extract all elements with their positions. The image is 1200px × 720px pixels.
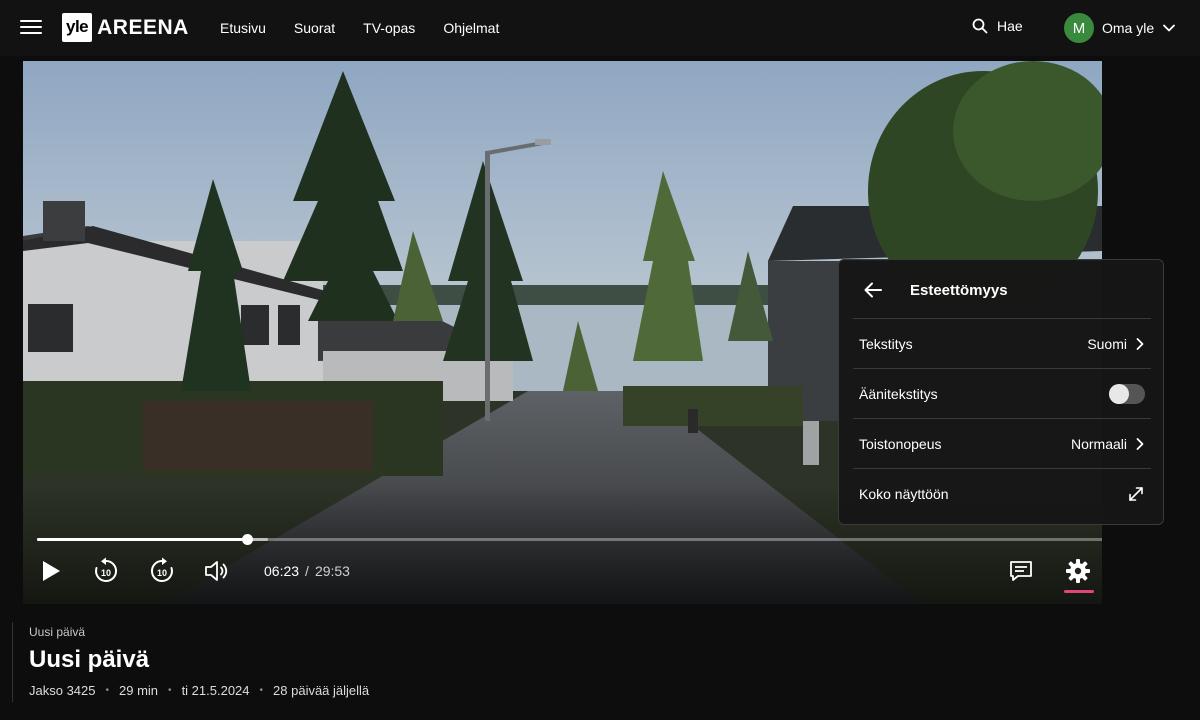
- arrow-left-icon: [864, 282, 882, 298]
- search-icon: [972, 18, 988, 34]
- total-time: 29:53: [314, 563, 350, 579]
- volume-icon: [205, 561, 228, 581]
- user-menu[interactable]: M Oma yle: [1064, 13, 1176, 43]
- rewind-10-button[interactable]: 10: [90, 555, 122, 587]
- fullscreen-setting[interactable]: Koko näyttöön: [853, 468, 1151, 518]
- playback-speed-setting[interactable]: Toistonopeus Normaali: [853, 418, 1151, 468]
- forward-10-icon: 10: [150, 557, 173, 582]
- play-icon: [43, 561, 60, 581]
- panel-title: Esteettömyys: [910, 282, 1008, 299]
- forward-10-button[interactable]: 10: [146, 555, 178, 587]
- top-navigation-bar: yle AREENA Etusivu Suorat TV-opas Ohjelm…: [0, 0, 1200, 56]
- meta-separator: •: [168, 685, 172, 696]
- progress-fill: [37, 538, 247, 541]
- setting-label-playback-speed: Toistonopeus: [859, 435, 942, 452]
- episode-label: Jakso 3425: [29, 683, 96, 698]
- gear-icon: [1066, 559, 1090, 583]
- setting-label-subtitles: Tekstitys: [859, 335, 913, 352]
- nav-link-etusivu[interactable]: Etusivu: [220, 20, 266, 36]
- accessibility-settings-panel: Esteettömyys Tekstitys Suomi Äänitekstit…: [838, 259, 1164, 525]
- setting-label-fullscreen: Koko näyttöön: [859, 485, 949, 502]
- rewind-10-icon: 10: [95, 557, 118, 582]
- chevron-right-icon: [1136, 337, 1144, 350]
- meta-separator: •: [259, 685, 264, 696]
- svg-text:10: 10: [101, 568, 111, 578]
- svg-text:10: 10: [157, 568, 167, 578]
- expand-icon: [1129, 486, 1143, 501]
- play-button[interactable]: [35, 555, 67, 587]
- time-display: 06:23 / 29:53: [264, 563, 350, 579]
- setting-value-subtitles: Suomi: [1087, 335, 1127, 352]
- program-title: Uusi päivä: [29, 646, 150, 673]
- avatar: M: [1064, 13, 1094, 43]
- subtitles-icon: [1010, 561, 1032, 581]
- back-button[interactable]: [863, 280, 883, 300]
- duration-label: 29 min: [119, 683, 159, 698]
- subtitles-setting[interactable]: Tekstitys Suomi: [853, 318, 1151, 368]
- chevron-right-icon: [1136, 437, 1144, 450]
- search-button[interactable]: Hae: [972, 18, 1023, 34]
- audio-description-setting[interactable]: Äänitekstitys: [853, 368, 1151, 418]
- progress-bar[interactable]: [37, 534, 1102, 545]
- progress-handle[interactable]: [241, 534, 253, 545]
- setting-value-playback-speed: Normaali: [1070, 435, 1127, 452]
- remaining-label: 28 päivää jäljellä: [273, 683, 370, 698]
- program-meta: Jakso 3425 • 29 min • ti 21.5.2024 • 28 …: [29, 683, 612, 698]
- settings-button[interactable]: [1062, 555, 1094, 587]
- nav-link-suorat[interactable]: Suorat: [294, 20, 335, 36]
- date-label: ti 21.5.2024: [181, 683, 250, 698]
- search-label: Hae: [997, 18, 1023, 34]
- chevron-down-icon: [1163, 24, 1176, 32]
- yle-areena-logo[interactable]: yle AREENA: [62, 13, 189, 42]
- audio-description-toggle[interactable]: [1109, 383, 1145, 404]
- nav-link-ohjelmat[interactable]: Ohjelmat: [443, 20, 499, 36]
- main-nav: Etusivu Suorat TV-opas Ohjelmat: [220, 0, 499, 56]
- menu-icon[interactable]: [20, 17, 42, 37]
- nav-link-tv-opas[interactable]: TV-opas: [363, 20, 415, 36]
- time-separator: /: [305, 563, 309, 579]
- logo-text: AREENA: [97, 15, 189, 39]
- current-time: 06:23: [264, 563, 300, 579]
- program-info: Uusi päivä Uusi päivä Jakso 3425 • 29 mi…: [12, 622, 612, 702]
- setting-label-audio-description: Äänitekstitys: [859, 385, 938, 402]
- logo-box: yle: [62, 13, 93, 42]
- meta-separator: •: [105, 685, 110, 696]
- user-label: Oma yle: [1102, 20, 1155, 36]
- subtitles-button[interactable]: [1005, 555, 1037, 587]
- settings-active-indicator: [1064, 590, 1094, 593]
- series-name[interactable]: Uusi päivä: [29, 625, 612, 639]
- toggle-knob: [1109, 383, 1129, 404]
- volume-button[interactable]: [201, 555, 233, 587]
